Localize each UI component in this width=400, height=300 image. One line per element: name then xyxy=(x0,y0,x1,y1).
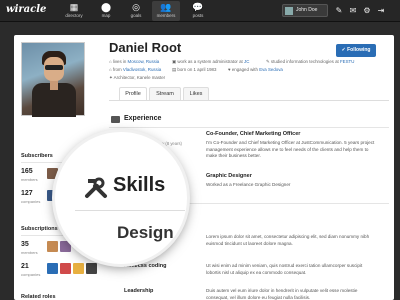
engaged-link[interactable]: Eva Sedova xyxy=(259,67,283,72)
briefcase-icon xyxy=(111,116,120,123)
skill-name: Design xyxy=(117,223,174,242)
tabs-divider xyxy=(109,100,389,101)
mail-icon[interactable]: ✉ xyxy=(348,5,358,16)
user-name: John Doe xyxy=(296,7,318,13)
grid-icon: ▦ xyxy=(69,2,79,12)
following-button[interactable]: ✓ Following xyxy=(336,44,376,57)
experience-role-title: Graphic Designer xyxy=(206,173,252,179)
avatar[interactable] xyxy=(47,241,58,252)
related-roles-heading: Related roles xyxy=(21,294,56,300)
work-company-link[interactable]: JC xyxy=(244,59,249,64)
app-logo[interactable]: wiracle xyxy=(6,4,46,15)
nav-item-posts[interactable]: 💬 posts xyxy=(184,1,212,21)
subscriptions-members-label: members xyxy=(21,250,38,255)
skill-name: Html/css coding xyxy=(124,263,167,269)
experience-role-body: Worked as a Freelance Graphic Designer xyxy=(206,182,291,187)
subscriptions-heading: Subscriptions xyxy=(21,226,58,232)
subscribers-companies-label: companies xyxy=(21,199,41,204)
subscriptions-companies-count[interactable]: 21 xyxy=(21,263,29,270)
members-icon: 👥 xyxy=(160,2,172,12)
meta-born: ▤ born on 1 april 1983 xyxy=(172,67,217,72)
nav-label: goals xyxy=(130,13,142,18)
nav-label: directory xyxy=(65,13,83,18)
profile-photo xyxy=(21,42,85,117)
skill-body: Ut wisi enim ad minim veniam, quis nostr… xyxy=(206,263,363,275)
company-logo[interactable] xyxy=(47,263,58,274)
company-logo[interactable] xyxy=(73,263,84,274)
speech-bubble-icon: 💬 xyxy=(192,2,204,12)
compose-icon[interactable]: ✎ xyxy=(334,5,344,16)
skill-body: Lorem ipsum dolor sit amet, consectetur … xyxy=(206,234,370,246)
subscribers-members-count[interactable]: 165 xyxy=(21,168,33,175)
following-label: Following xyxy=(347,47,371,53)
nav-item-goals[interactable]: ◎ goals xyxy=(122,1,150,21)
nav-item-directory[interactable]: ▦ directory xyxy=(60,1,88,21)
meta-role: ✦ Architector, Kanele master xyxy=(109,75,166,80)
lives-city-link[interactable]: Moscow, Russia xyxy=(128,59,160,64)
top-bar: wiracle ▦ directory ⬤ map ◎ goals 👥 memb… xyxy=(0,0,400,22)
divider xyxy=(109,127,389,128)
nav-label: posts xyxy=(192,13,204,18)
experience-role-body: I'm Co-Founder and Chief Marketing Offic… xyxy=(206,140,375,158)
nav-item-members[interactable]: 👥 members xyxy=(152,1,180,21)
meta-work: ▣ work as a system administrator at JC xyxy=(172,59,250,64)
tab-likes[interactable]: Likes xyxy=(183,87,209,101)
studied-school-link[interactable]: FESTU xyxy=(340,59,354,64)
tab-profile[interactable]: Profile xyxy=(119,87,147,101)
magnifier-lens: Skills Design xyxy=(55,132,187,264)
subscribers-companies-count[interactable]: 127 xyxy=(21,190,33,197)
experience-role-title: Co-Founder, Chief Marketing Officer xyxy=(206,131,301,137)
subscriptions-members-count[interactable]: 35 xyxy=(21,241,29,248)
divider xyxy=(75,210,185,211)
company-logo[interactable] xyxy=(86,263,97,274)
goal-icon: ◎ xyxy=(132,2,140,12)
profile-name: Daniel Root xyxy=(109,40,182,55)
meta-studied: ✎ studied information technologies at FE… xyxy=(266,59,355,64)
nav-label: members xyxy=(156,13,176,18)
subscribers-heading: Subscribers xyxy=(21,153,53,159)
logout-icon[interactable]: ⇥ xyxy=(376,5,386,16)
user-menu[interactable]: John Doe xyxy=(282,4,328,17)
tools-icon xyxy=(85,177,107,198)
nav-item-map[interactable]: ⬤ map xyxy=(92,1,120,21)
subscriptions-companies-label: companies xyxy=(21,272,41,277)
avatar[interactable] xyxy=(47,168,58,179)
skill-name: Leadership xyxy=(124,288,154,294)
experience-title: Experience xyxy=(124,115,162,122)
meta-lives: ⌂ lives in Moscow, Russia xyxy=(109,59,160,64)
skill-body: Duis autem vel eum iriure dolor in hendr… xyxy=(206,288,358,300)
meta-from: ⌂ from Vladivostok, Russia xyxy=(109,67,162,72)
nav-label: map xyxy=(101,13,111,18)
company-logo[interactable] xyxy=(60,263,71,274)
meta-engaged: ♥ engaged with Eva Sedova xyxy=(228,67,283,72)
avatar[interactable] xyxy=(60,241,71,252)
tab-stream[interactable]: Stream xyxy=(149,87,181,101)
from-city-link[interactable]: Vladivostok, Russia xyxy=(123,67,161,72)
gear-icon[interactable]: ⚙ xyxy=(362,5,372,16)
avatar xyxy=(285,7,293,15)
map-pin-icon: ⬤ xyxy=(100,2,112,12)
subscribers-members-label: members xyxy=(21,177,38,182)
skills-title: Skills xyxy=(113,174,166,196)
